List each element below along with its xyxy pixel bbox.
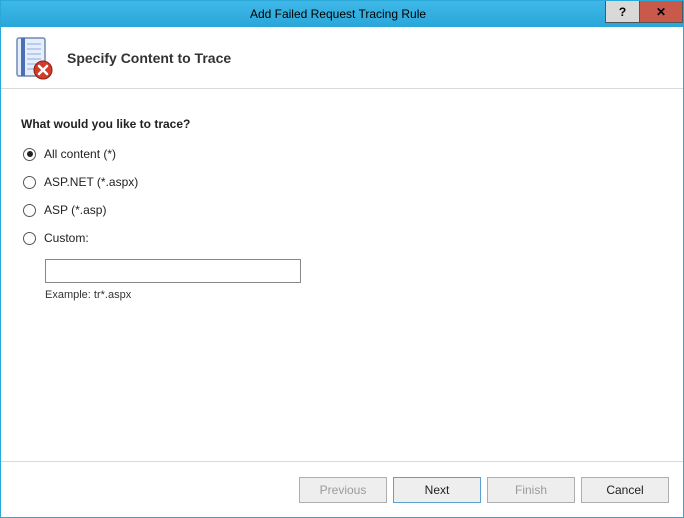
custom-pattern-input[interactable] — [45, 259, 301, 283]
finish-button: Finish — [487, 477, 575, 503]
titlebar-buttons: ? ✕ — [605, 1, 683, 27]
next-button[interactable]: Next — [393, 477, 481, 503]
radio-label-aspnet: ASP.NET (*.aspx) — [44, 175, 138, 189]
radio-label-asp: ASP (*.asp) — [44, 203, 106, 217]
radio-aspnet[interactable]: ASP.NET (*.aspx) — [23, 175, 663, 189]
radio-icon — [23, 148, 36, 161]
page-title: Specify Content to Trace — [67, 50, 231, 66]
prompt-label: What would you like to trace? — [21, 117, 663, 131]
window-title: Add Failed Request Tracing Rule — [1, 7, 605, 21]
close-button[interactable]: ✕ — [639, 1, 683, 23]
titlebar: Add Failed Request Tracing Rule ? ✕ — [1, 1, 683, 27]
wizard-header: Specify Content to Trace — [1, 27, 683, 89]
example-label: Example: tr*.aspx — [45, 289, 663, 301]
close-icon: ✕ — [656, 5, 666, 19]
previous-button: Previous — [299, 477, 387, 503]
radio-custom[interactable]: Custom: — [23, 231, 663, 245]
radio-label-all: All content (*) — [44, 147, 116, 161]
radio-asp[interactable]: ASP (*.asp) — [23, 203, 663, 217]
radio-all-content[interactable]: All content (*) — [23, 147, 663, 161]
trace-notebook-icon — [15, 36, 53, 80]
wizard-content: What would you like to trace? All conten… — [1, 89, 683, 461]
help-icon: ? — [619, 5, 626, 19]
radio-icon — [23, 176, 36, 189]
radio-icon — [23, 232, 36, 245]
radio-label-custom: Custom: — [44, 231, 89, 245]
wizard-footer: Previous Next Finish Cancel — [1, 461, 683, 517]
custom-block: Example: tr*.aspx — [45, 259, 663, 301]
cancel-button[interactable]: Cancel — [581, 477, 669, 503]
help-button[interactable]: ? — [605, 1, 639, 23]
radio-icon — [23, 204, 36, 217]
